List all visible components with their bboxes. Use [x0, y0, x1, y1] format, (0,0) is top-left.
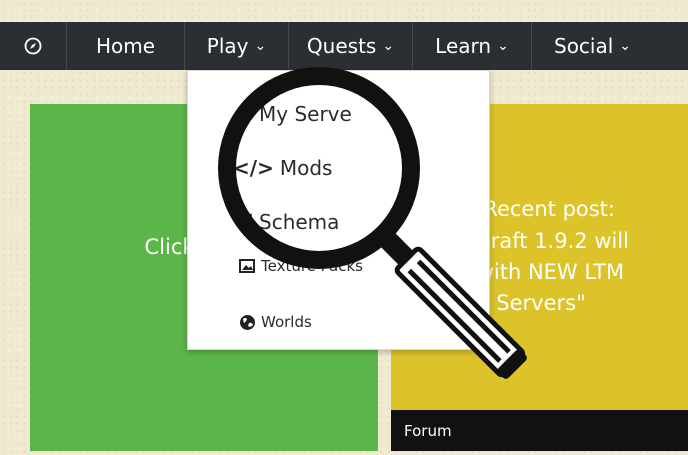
chevron-down-icon: ⌄: [497, 38, 509, 54]
image-icon: [237, 259, 257, 273]
recent-post-line-1: Recent post:: [483, 197, 615, 221]
cube-icon: [237, 110, 257, 126]
forum-footer[interactable]: Forum: [391, 410, 688, 451]
menu-item-label: Worlds: [261, 313, 312, 331]
play-dropdown-menu: My Serve </> Mods Schema Texture Packs W…: [187, 70, 490, 350]
compass-icon[interactable]: [0, 22, 67, 70]
menu-item-label: Texture Packs: [261, 257, 363, 275]
nav-social-label: Social: [554, 34, 614, 58]
menu-item-my-servers[interactable]: My Serve: [237, 109, 331, 127]
menu-item-mods[interactable]: </> Mods: [231, 161, 301, 179]
nav-home[interactable]: Home: [67, 22, 185, 70]
code-icon: </>: [231, 161, 263, 179]
menu-item-label: Schema: [261, 213, 322, 231]
globe-icon: [237, 314, 257, 331]
menu-item-label: My Serve: [261, 109, 331, 127]
main-navbar: Home Play ⌄ Quests ⌄ Learn ⌄ Social ⌄: [0, 22, 688, 70]
chevron-down-icon: ⌄: [619, 38, 632, 54]
forum-footer-label: Forum: [404, 422, 452, 440]
nav-quests-label: Quests: [306, 34, 377, 58]
chevron-down-icon: ⌄: [254, 38, 267, 54]
map-icon: [237, 215, 257, 229]
menu-item-worlds[interactable]: Worlds: [237, 313, 312, 331]
nav-home-label: Home: [95, 34, 156, 58]
menu-item-texture-packs[interactable]: Texture Packs: [237, 257, 363, 275]
nav-play-label: Play: [206, 34, 249, 58]
nav-social[interactable]: Social ⌄: [532, 22, 688, 70]
chevron-down-icon: ⌄: [382, 38, 395, 54]
menu-item-label: Mods: [261, 161, 301, 179]
nav-play[interactable]: Play ⌄: [185, 22, 289, 70]
menu-item-schematics[interactable]: Schema: [237, 213, 321, 231]
nav-quests[interactable]: Quests ⌄: [289, 22, 413, 70]
nav-learn-label: Learn: [435, 34, 492, 58]
nav-learn[interactable]: Learn ⌄: [413, 22, 532, 70]
